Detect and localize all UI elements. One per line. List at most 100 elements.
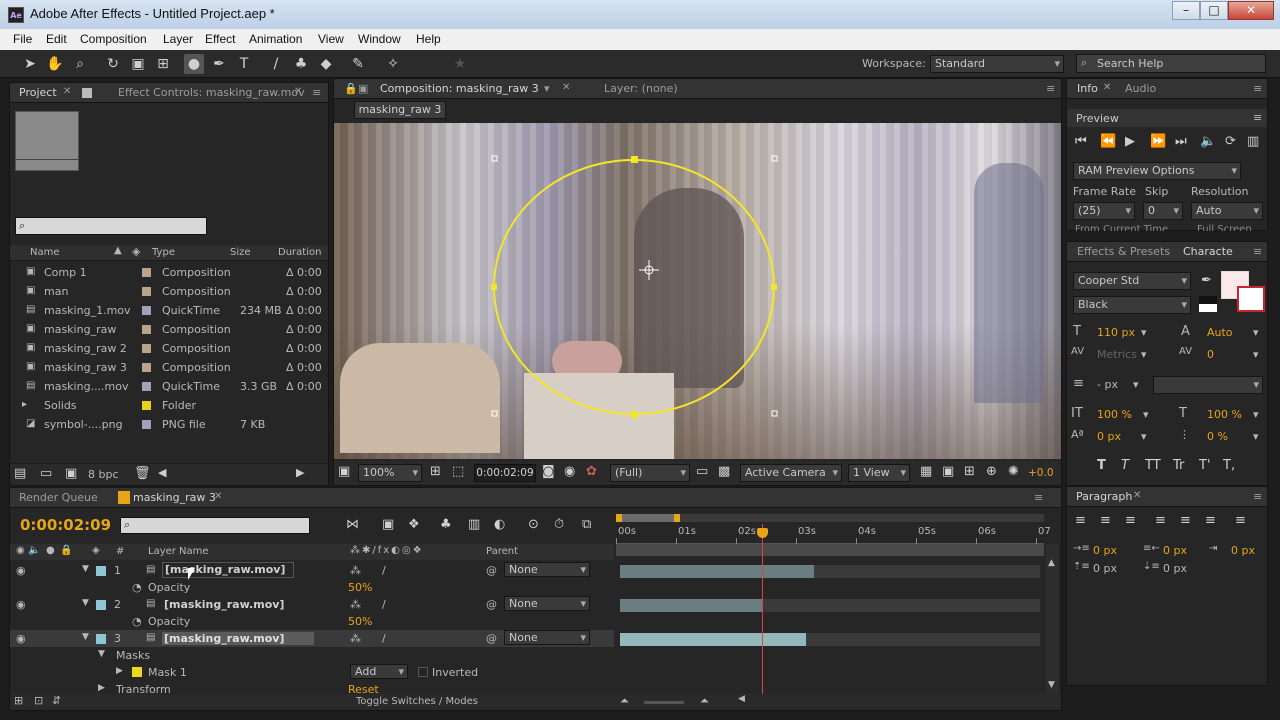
- all-caps-button[interactable]: TT: [1145, 458, 1161, 473]
- frame-blending-icon[interactable]: ▥: [468, 517, 480, 532]
- work-area-start-handle[interactable]: [616, 514, 622, 522]
- menu-file[interactable]: File: [13, 32, 32, 46]
- tab-info[interactable]: Info: [1077, 82, 1098, 95]
- project-item[interactable]: ▣ masking_raw Composition Δ 0:00: [20, 320, 338, 339]
- menu-animation[interactable]: Animation: [249, 32, 302, 46]
- inverted-checkbox[interactable]: [418, 667, 428, 677]
- pan-behind-tool-icon[interactable]: ⊞: [153, 54, 173, 74]
- label-color-swatch[interactable]: [96, 600, 106, 610]
- quality-switch-icon[interactable]: /: [382, 632, 386, 645]
- project-item[interactable]: ▣ man Composition Δ 0:00: [20, 282, 338, 301]
- maximize-button[interactable]: □: [1200, 1, 1228, 20]
- auto-keyframe-icon[interactable]: ⏱: [554, 517, 564, 532]
- vertical-scale-arrow[interactable]: ▾: [1143, 408, 1149, 421]
- stroke-style-dropdown[interactable]: [1153, 376, 1263, 394]
- project-item[interactable]: ▸ Solids Folder: [20, 396, 338, 415]
- type-tool-icon[interactable]: T: [234, 54, 254, 74]
- eraser-tool-icon[interactable]: ◆: [316, 54, 336, 74]
- col-size[interactable]: Size: [230, 247, 251, 258]
- pen-tool-icon[interactable]: ✒: [209, 54, 229, 74]
- tracking-value[interactable]: 0: [1207, 348, 1214, 361]
- tab-effects-presets[interactable]: Effects & Presets: [1077, 245, 1170, 258]
- tab-project-close[interactable]: ✕: [63, 86, 71, 97]
- grid-icon[interactable]: ⊞: [430, 464, 441, 479]
- stopwatch-icon[interactable]: ◔: [132, 615, 142, 628]
- timeline-timecode[interactable]: 0:00:02:09: [20, 516, 111, 534]
- timeline-search-input[interactable]: ⌕: [120, 517, 310, 534]
- skip-dropdown[interactable]: 0: [1143, 202, 1183, 220]
- tab-composition[interactable]: Composition: masking_raw 3: [380, 82, 539, 95]
- search-help-field[interactable]: ⌕ Search Help: [1076, 54, 1266, 73]
- tab-paragraph-close[interactable]: ✕: [1133, 490, 1141, 501]
- mask-vertex-right[interactable]: [771, 284, 777, 290]
- align-center-icon[interactable]: ≡: [1100, 513, 1111, 528]
- justify-all-icon[interactable]: ≡: [1235, 513, 1246, 528]
- toggle-switches-icon[interactable]: ⊞: [14, 694, 23, 707]
- new-comp-icon[interactable]: ▣: [65, 466, 77, 481]
- parent-dropdown[interactable]: None: [504, 596, 590, 611]
- visibility-eye-icon[interactable]: ◉: [16, 564, 26, 577]
- layer-row-1[interactable]: ◉ ▼ 1 ▤ [masking_raw.mov] ⁂ / @ None: [10, 562, 614, 579]
- label-color-swatch[interactable]: [142, 363, 151, 372]
- justify-center-icon[interactable]: ≡: [1180, 513, 1191, 528]
- pickwhip-icon[interactable]: @: [486, 564, 497, 577]
- hand-tool-icon[interactable]: ✋: [45, 54, 65, 74]
- trash-icon[interactable]: 🗑: [134, 466, 151, 481]
- resolution-dropdown[interactable]: Auto: [1191, 202, 1263, 220]
- zoom-out-icon[interactable]: ⏶: [620, 694, 629, 708]
- small-caps-button[interactable]: Tr: [1173, 458, 1184, 473]
- space-before-value[interactable]: 0 px: [1093, 562, 1117, 575]
- faux-italic-button[interactable]: T: [1121, 458, 1129, 473]
- panel-menu-icon[interactable]: ≡: [1034, 491, 1043, 504]
- horizontal-scale-value[interactable]: 100 %: [1207, 408, 1242, 421]
- menu-help[interactable]: Help: [416, 32, 441, 46]
- timeline-navigator[interactable]: [616, 544, 1044, 556]
- menu-layer[interactable]: Layer: [163, 32, 193, 46]
- minimize-button[interactable]: –: [1172, 1, 1200, 20]
- stroke-color-swatch[interactable]: [1237, 286, 1265, 312]
- previous-frame-icon[interactable]: ⏪: [1100, 134, 1116, 149]
- comp-subtab[interactable]: masking_raw 3: [354, 101, 446, 119]
- eyedropper-icon[interactable]: ✒: [1201, 273, 1212, 288]
- opacity-value[interactable]: 50%: [348, 581, 372, 594]
- label-color-swatch[interactable]: [142, 420, 151, 429]
- label-color-swatch[interactable]: [142, 306, 151, 315]
- composition-viewer[interactable]: [334, 123, 1061, 459]
- zoom-dropdown[interactable]: 100%: [358, 464, 422, 482]
- pixel-aspect-icon[interactable]: ▦: [920, 464, 932, 479]
- panel-menu-icon[interactable]: ≡: [1253, 111, 1262, 124]
- loop-icon[interactable]: ⟳: [1225, 134, 1236, 149]
- menu-window[interactable]: Window: [358, 32, 401, 46]
- tab-audio[interactable]: Audio: [1125, 82, 1156, 95]
- tracking-arrow[interactable]: ▾: [1253, 348, 1259, 361]
- shy-switch-icon[interactable]: ⁂: [350, 598, 361, 611]
- full-screen-checkbox[interactable]: Full Screen: [1197, 224, 1252, 231]
- layer-row-2[interactable]: ◉ ▼ 2 ▤ [masking_raw.mov] ⁂ / @ None: [10, 596, 614, 613]
- label-color-swatch[interactable]: [142, 325, 151, 334]
- layer-handle-tr[interactable]: [771, 155, 778, 162]
- zoom-tool-icon[interactable]: ⌕: [70, 54, 90, 74]
- anchor-point-icon[interactable]: [639, 260, 659, 280]
- region-of-interest-icon[interactable]: ▭: [696, 464, 708, 479]
- fast-previews-icon[interactable]: ▣: [942, 464, 954, 479]
- panel-menu-icon[interactable]: ≡: [1253, 82, 1262, 95]
- timeline-scroll-left-icon[interactable]: ◀: [738, 694, 745, 704]
- close-button[interactable]: ✕: [1228, 1, 1274, 20]
- tab-render-queue[interactable]: Render Queue: [19, 491, 98, 504]
- leading-value[interactable]: Auto: [1207, 326, 1233, 339]
- scroll-right-icon[interactable]: ▶: [296, 466, 304, 479]
- workspace-dropdown[interactable]: Standard: [930, 55, 1064, 73]
- motion-blur-icon[interactable]: ◐: [494, 517, 505, 532]
- twirl-down-icon[interactable]: ▼: [98, 649, 105, 659]
- hide-shy-layers-icon[interactable]: ♣: [440, 517, 452, 532]
- layer-handle-tl[interactable]: [491, 155, 498, 162]
- stopwatch-icon[interactable]: ◔: [132, 581, 142, 594]
- brainstorm-icon[interactable]: ⊙: [528, 517, 539, 532]
- label-color-swatch[interactable]: [142, 382, 151, 391]
- zoom-slider[interactable]: [644, 701, 684, 704]
- toggle-modes-icon[interactable]: ⊡: [34, 694, 43, 707]
- twirl-down-icon[interactable]: ▼: [82, 598, 89, 608]
- tab-info-close[interactable]: ✕: [1103, 82, 1111, 93]
- menu-composition[interactable]: Composition: [80, 32, 147, 46]
- quality-switch-icon[interactable]: /: [382, 564, 386, 577]
